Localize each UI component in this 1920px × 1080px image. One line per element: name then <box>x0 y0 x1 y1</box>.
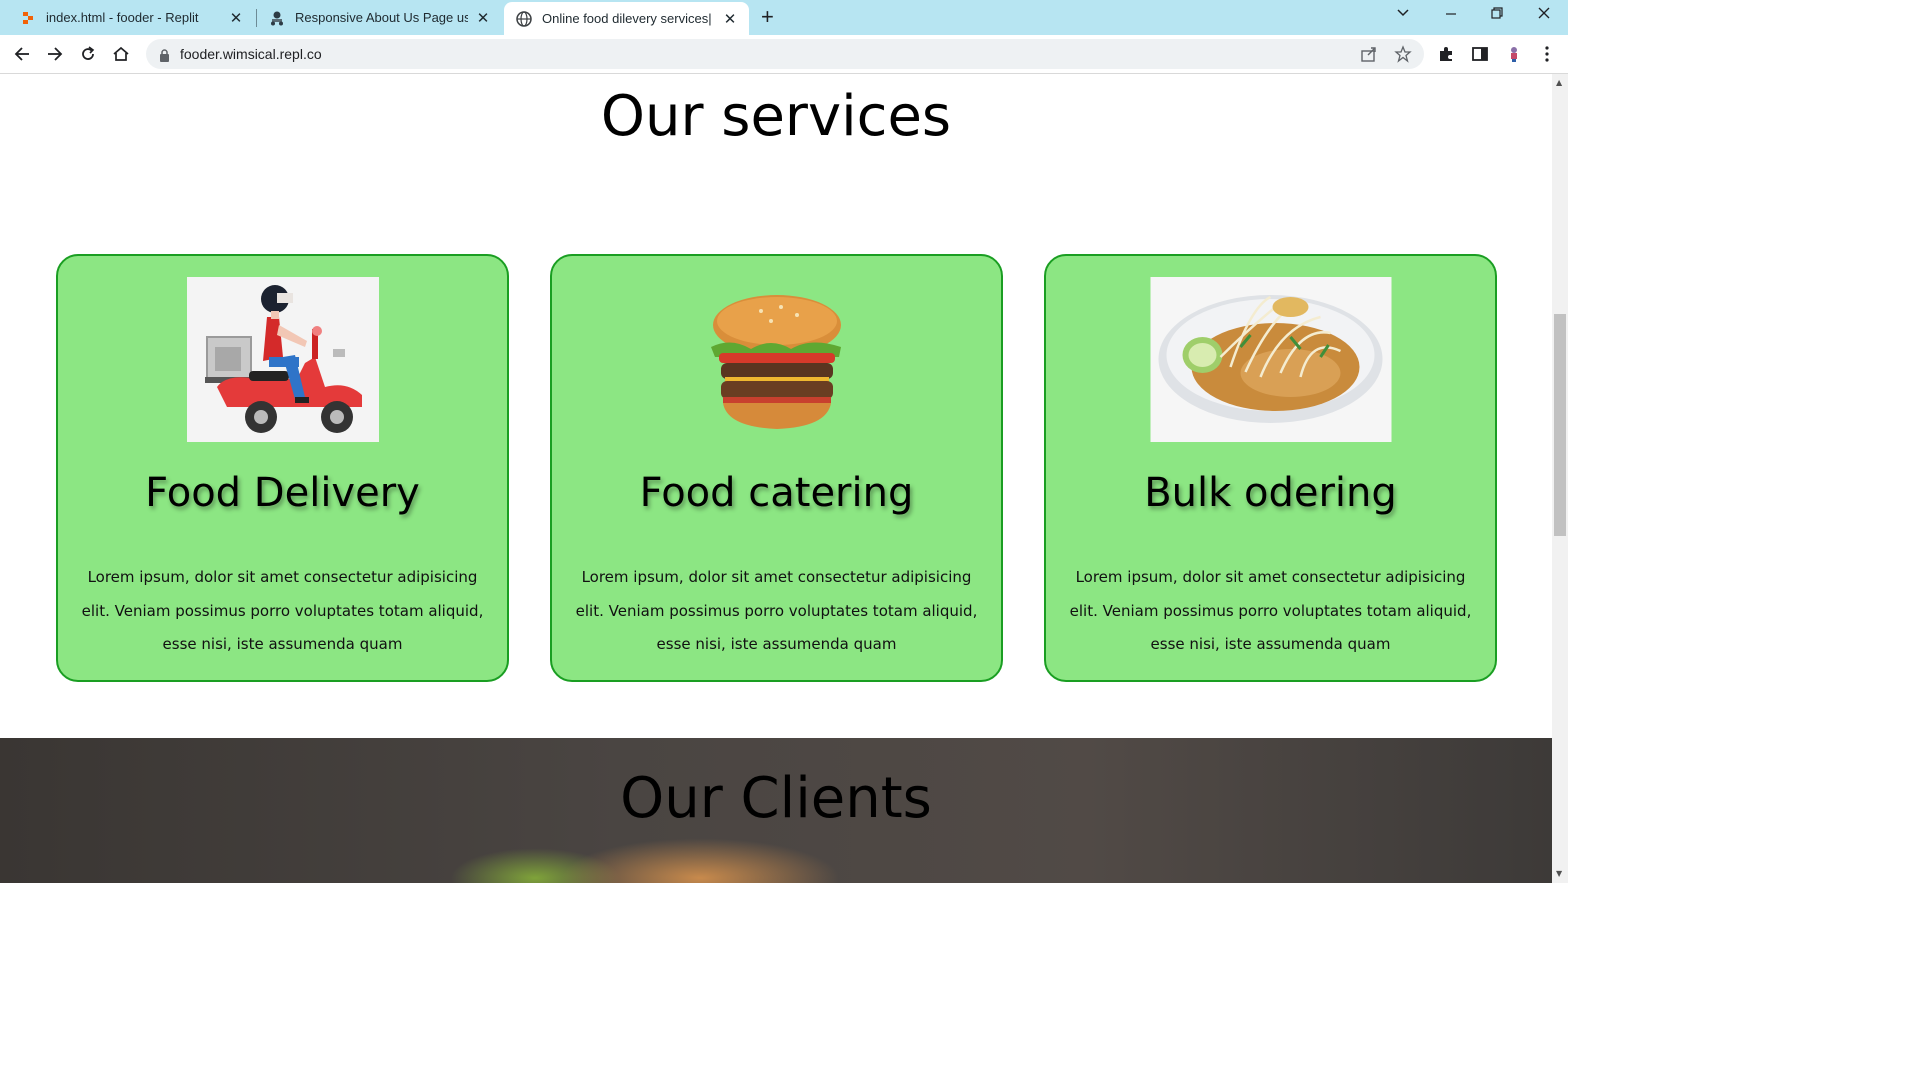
scooter-delivery-illustration <box>186 277 379 442</box>
reload-icon[interactable] <box>76 42 100 66</box>
page-viewport: Our services Food Delivery Lorem ipsum, … <box>0 74 1552 883</box>
close-window-icon[interactable] <box>1537 6 1551 24</box>
card-title: Bulk odering <box>1144 470 1397 516</box>
back-icon[interactable] <box>10 42 34 66</box>
close-icon[interactable]: ✕ <box>474 9 492 27</box>
browser-toolbar: fooder.wimsical.repl.co <box>0 35 1568 74</box>
close-icon[interactable]: ✕ <box>227 9 245 27</box>
card-title: Food Delivery <box>145 470 420 516</box>
url-text[interactable]: fooder.wimsical.repl.co <box>180 46 322 62</box>
tab-title: Online food dilevery services| onl <box>542 11 715 26</box>
service-card-catering: Food catering Lorem ipsum, dolor sit ame… <box>550 254 1003 682</box>
blurred-background-image <box>560 838 840 883</box>
restore-icon[interactable] <box>1490 6 1504 24</box>
bookmark-star-icon[interactable] <box>1394 45 1412 67</box>
profile-avatar[interactable] <box>1505 45 1523 67</box>
side-panel-icon[interactable] <box>1471 45 1489 67</box>
tab-search-icon[interactable] <box>1396 6 1410 24</box>
forward-icon[interactable] <box>43 42 67 66</box>
service-card-bulk: Bulk odering Lorem ipsum, dolor sit amet… <box>1044 254 1497 682</box>
address-bar[interactable]: fooder.wimsical.repl.co <box>146 39 1424 69</box>
replit-icon <box>20 10 36 26</box>
noodle-bowl-photo <box>1150 277 1391 442</box>
menu-dots-icon[interactable] <box>1538 45 1556 67</box>
tab-about-us[interactable]: Responsive About Us Page using ✕ <box>257 0 502 35</box>
card-description: Lorem ipsum, dolor sit amet consectetur … <box>81 568 484 653</box>
delivery-icon <box>269 10 285 26</box>
home-icon[interactable] <box>109 42 133 66</box>
scroll-down-arrow-icon[interactable]: ▼ <box>1556 869 1562 878</box>
clients-heading: Our Clients <box>620 766 932 831</box>
close-icon[interactable]: ✕ <box>721 10 739 28</box>
tab-title: Responsive About Us Page using <box>295 10 468 25</box>
scrollbar-thumb[interactable] <box>1554 314 1566 536</box>
share-icon[interactable] <box>1360 45 1378 67</box>
extensions-icon[interactable] <box>1437 45 1455 67</box>
tab-title: index.html - fooder - Replit <box>46 10 199 25</box>
service-card-delivery: Food Delivery Lorem ipsum, dolor sit ame… <box>56 254 509 682</box>
card-title: Food catering <box>639 470 914 516</box>
services-heading: Our services <box>600 84 952 149</box>
minimize-icon[interactable] <box>1444 6 1458 24</box>
tab-online-food[interactable]: Online food dilevery services| onl ✕ <box>504 2 749 35</box>
tab-strip: index.html - fooder - Replit ✕ Responsiv… <box>0 0 1568 35</box>
tab-replit[interactable]: index.html - fooder - Replit ✕ <box>0 0 255 35</box>
card-description: Lorem ipsum, dolor sit amet consectetur … <box>1069 568 1472 653</box>
scroll-up-arrow-icon[interactable]: ▲ <box>1556 78 1562 87</box>
page-scrollbar[interactable]: ▲ ▼ <box>1552 74 1568 883</box>
burger-photo <box>681 277 873 442</box>
card-description: Lorem ipsum, dolor sit amet consectetur … <box>575 568 978 653</box>
globe-icon <box>516 10 532 27</box>
clients-section: Our Clients <box>0 738 1552 883</box>
lock-icon[interactable] <box>159 47 170 66</box>
new-tab-button[interactable]: + <box>761 4 774 30</box>
